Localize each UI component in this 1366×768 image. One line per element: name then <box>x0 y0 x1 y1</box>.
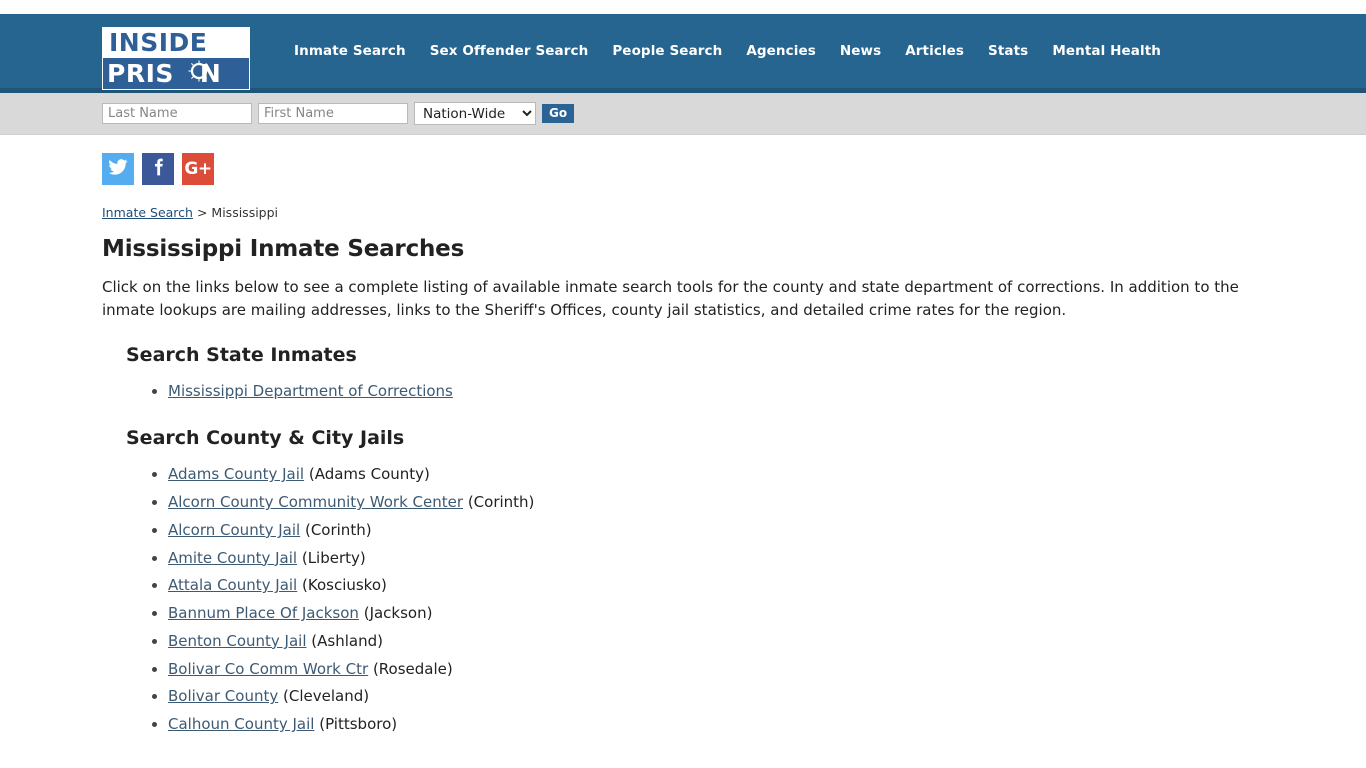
google-plus-share-button[interactable]: G+ <box>182 153 214 185</box>
jail-link[interactable]: Calhoun County Jail <box>168 715 314 733</box>
site-logo[interactable]: INSIDE PRIS N <box>102 26 250 90</box>
nav-item-inmate-search[interactable]: Inmate Search <box>282 43 418 59</box>
list-item: Alcorn County Community Work Center (Cor… <box>168 489 1326 517</box>
twitter-share-button[interactable] <box>102 153 134 185</box>
list-item: Benton County Jail (Ashland) <box>168 628 1326 656</box>
quick-search-bar: Nation-Wide Go <box>0 93 1366 135</box>
jail-location: (Cleveland) <box>283 687 370 706</box>
search-go-button[interactable]: Go <box>542 104 575 123</box>
facebook-share-button[interactable] <box>142 153 174 185</box>
jail-location: (Jackson) <box>363 604 433 623</box>
list-item: Bolivar County (Cleveland) <box>168 683 1326 711</box>
list-item: Calhoun County Jail (Pittsboro) <box>168 711 1326 739</box>
jail-link[interactable]: Bolivar Co Comm Work Ctr <box>168 660 368 678</box>
jail-location: (Kosciusko) <box>302 576 387 595</box>
jail-link[interactable]: Bolivar County <box>168 687 278 705</box>
list-item: Adams County Jail (Adams County) <box>168 461 1326 489</box>
logo-text-prison-a: PRIS <box>107 58 174 88</box>
jail-location: (Ashland) <box>311 631 383 650</box>
jail-link[interactable]: Alcorn County Community Work Center <box>168 493 463 511</box>
jail-link[interactable]: Benton County Jail <box>168 632 307 650</box>
nav-item-stats[interactable]: Stats <box>976 43 1040 59</box>
nav-item-news[interactable]: News <box>828 43 893 59</box>
jail-link[interactable]: Bannum Place Of Jackson <box>168 604 359 622</box>
page-title: Mississippi Inmate Searches <box>102 236 465 262</box>
facebook-icon <box>148 157 168 181</box>
first-name-input[interactable] <box>258 103 408 124</box>
jail-location: (Corinth) <box>304 520 372 539</box>
jail-location: (Liberty) <box>301 548 366 567</box>
nav-item-people-search[interactable]: People Search <box>600 43 734 59</box>
jail-link[interactable]: Adams County Jail <box>168 465 304 483</box>
breadcrumb: Inmate Search > Mississippi <box>102 205 1326 220</box>
county-jail-list: Adams County Jail (Adams County) Alcorn … <box>102 461 1326 739</box>
state-inmate-list: Mississippi Department of Corrections <box>102 378 1326 406</box>
twitter-icon <box>108 157 128 181</box>
breadcrumb-separator: > <box>196 205 208 220</box>
search-scope-select[interactable]: Nation-Wide <box>414 102 536 125</box>
nav-item-sex-offender-search[interactable]: Sex Offender Search <box>418 43 601 59</box>
last-name-input[interactable] <box>102 103 252 124</box>
logo-bottom-band: PRIS N <box>103 58 249 89</box>
list-item: Bolivar Co Comm Work Ctr (Rosedale) <box>168 656 1326 684</box>
section-heading-county-city-jails: Search County & City Jails <box>126 427 405 450</box>
quick-search-fields: Nation-Wide Go <box>102 102 575 125</box>
nav-item-mental-health[interactable]: Mental Health <box>1040 43 1173 59</box>
logo-top-band: INSIDE <box>103 27 249 58</box>
list-item: Alcorn County Jail (Corinth) <box>168 517 1326 545</box>
jail-location: (Adams County) <box>308 465 430 484</box>
intro-paragraph: Click on the links below to see a comple… <box>102 278 1239 319</box>
nav-item-articles[interactable]: Articles <box>893 43 976 59</box>
list-item: Amite County Jail (Liberty) <box>168 545 1326 573</box>
top-spacer <box>0 0 1366 14</box>
main-navigation: Inmate Search Sex Offender Search People… <box>282 43 1173 59</box>
jail-location: (Pittsboro) <box>319 715 398 734</box>
list-item: Mississippi Department of Corrections <box>168 378 1326 406</box>
section-heading-state-inmates: Search State Inmates <box>126 343 357 366</box>
logo-text-inside: INSIDE <box>109 28 208 58</box>
jail-link[interactable]: Attala County Jail <box>168 576 297 594</box>
nav-item-agencies[interactable]: Agencies <box>734 43 828 59</box>
jail-location: (Corinth) <box>467 493 535 512</box>
barbed-wire-ring-icon <box>187 59 211 87</box>
site-header: INSIDE PRIS N Inmate Search Sex Offender… <box>0 14 1366 90</box>
list-item: Bannum Place Of Jackson (Jackson) <box>168 600 1326 628</box>
page-content: G+ Inmate Search > Mississippi Mississip… <box>0 135 1366 739</box>
state-link-mississippi-doc[interactable]: Mississippi Department of Corrections <box>168 382 453 400</box>
jail-link[interactable]: Alcorn County Jail <box>168 521 300 539</box>
list-item: Attala County Jail (Kosciusko) <box>168 572 1326 600</box>
jail-location: (Rosedale) <box>372 659 453 678</box>
breadcrumb-current: Mississippi <box>211 205 279 220</box>
social-share-row: G+ <box>102 153 1326 185</box>
google-plus-icon: G+ <box>184 159 212 179</box>
breadcrumb-link-inmate-search[interactable]: Inmate Search <box>102 205 193 220</box>
jail-link[interactable]: Amite County Jail <box>168 549 297 567</box>
